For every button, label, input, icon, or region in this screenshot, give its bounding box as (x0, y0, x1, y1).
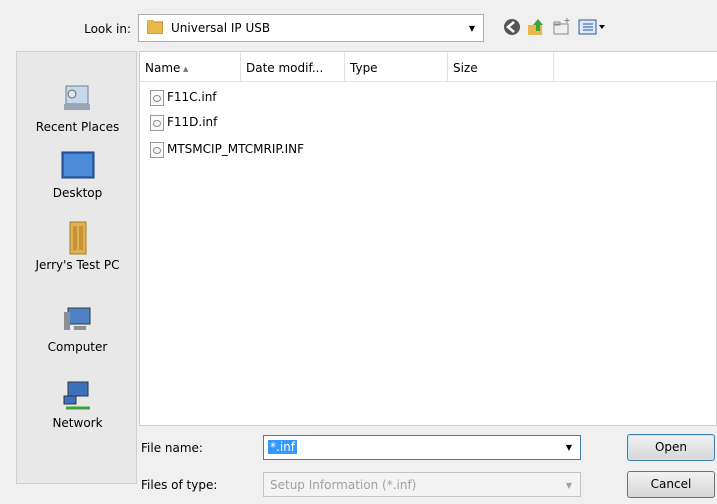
inf-file-icon (150, 114, 164, 131)
places-bar: Recent Places Desktop Jerry's Test PC Co… (16, 51, 137, 484)
files-of-type-label: Files of type: (141, 478, 218, 492)
file-name-label: File name: (141, 441, 203, 455)
file-list-header: ▲ Name Date modif... Type Size (140, 52, 717, 82)
column-label: Size (453, 61, 478, 75)
place-user[interactable]: Jerry's Test PC (17, 220, 138, 272)
place-label: Computer (47, 340, 108, 354)
files-of-type-value: Setup Information (*.inf) (270, 478, 417, 492)
place-label: Desktop (52, 186, 103, 200)
column-label: Name (145, 61, 181, 75)
recent-places-icon (63, 85, 90, 110)
place-network[interactable]: Network (17, 378, 138, 430)
file-item[interactable]: MTSMCIP_MTCMRIP.INF (150, 140, 304, 158)
chevron-down-icon: ▼ (468, 24, 475, 33)
column-date-modified[interactable]: Date modif... (241, 52, 345, 81)
inf-file-icon (150, 89, 164, 106)
file-item[interactable]: F11C.inf (150, 88, 217, 106)
files-of-type-dropdown[interactable]: Setup Information (*.inf) ▼ (263, 472, 581, 497)
network-icon (63, 381, 90, 410)
look-in-dropdown[interactable]: Universal IP USB ▼ (138, 14, 484, 42)
place-computer[interactable]: Computer (17, 302, 138, 354)
file-list[interactable]: ▲ Name Date modif... Type Size F11C.inf … (139, 51, 717, 426)
file-name: F11C.inf (167, 90, 217, 104)
desktop-icon (61, 151, 94, 179)
place-recent-places[interactable]: Recent Places (17, 82, 138, 134)
column-label: Type (350, 61, 378, 75)
view-menu-icon[interactable] (578, 17, 608, 37)
sort-ascending-icon: ▲ (183, 65, 189, 73)
look-in-label: Look in: (84, 22, 131, 36)
user-folder-icon (69, 221, 86, 255)
chevron-down-icon[interactable]: ▼ (566, 443, 572, 452)
file-name: MTSMCIP_MTCMRIP.INF (167, 142, 304, 156)
place-desktop[interactable]: Desktop (17, 148, 138, 200)
place-label: Recent Places (35, 120, 120, 134)
new-folder-icon[interactable] (552, 17, 572, 37)
inf-file-icon (150, 141, 164, 158)
place-label: Network (52, 416, 103, 430)
computer-icon (63, 307, 90, 330)
column-name[interactable]: ▲ Name (140, 52, 241, 81)
back-icon[interactable] (502, 17, 522, 37)
column-size[interactable]: Size (448, 52, 554, 81)
file-item[interactable]: F11D.inf (150, 113, 217, 131)
up-folder-icon[interactable] (526, 17, 546, 37)
column-type[interactable]: Type (345, 52, 448, 81)
file-name-value: *.inf (268, 440, 297, 454)
look-in-value: Universal IP USB (171, 21, 271, 35)
file-name: F11D.inf (167, 115, 218, 129)
open-button[interactable]: Open (627, 434, 715, 461)
place-label: Jerry's Test PC (35, 258, 120, 272)
cancel-button[interactable]: Cancel (627, 471, 715, 498)
file-name-input[interactable]: *.inf ▼ (263, 435, 581, 460)
folder-icon (147, 20, 163, 34)
chevron-down-icon: ▼ (565, 481, 572, 490)
column-label: Date modif... (246, 61, 324, 75)
